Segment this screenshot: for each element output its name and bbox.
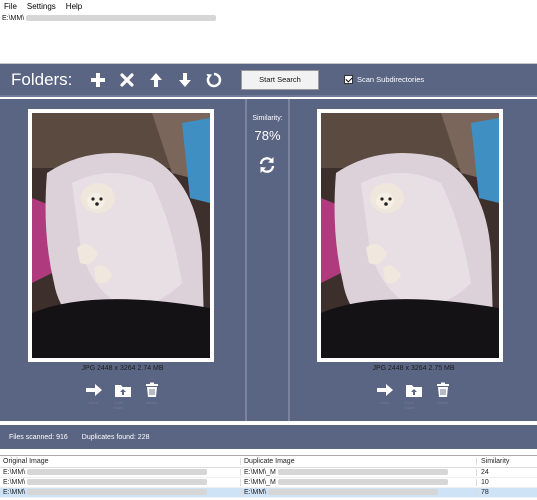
folders-label: Folders: [11, 69, 73, 89]
toolbar: Folders: Start Search Scan Subdirectorie… [0, 64, 537, 97]
original-path: E:\MM\ [3, 469, 26, 476]
menu-help[interactable]: Help [66, 2, 82, 11]
move-label: move [379, 400, 390, 405]
move-down-icon[interactable] [177, 72, 193, 88]
redacted-path [27, 479, 208, 486]
results-table: Original Image Duplicate Image Similarit… [0, 455, 537, 500]
duplicate-image-actions: move Open folder delete [290, 382, 537, 410]
duplicate-image-preview[interactable] [321, 113, 499, 358]
duplicates-found-text: Duplicates found: 228 [81, 433, 150, 441]
open-folder-duplicate-button[interactable]: Open folder [405, 382, 423, 410]
add-folder-icon[interactable] [90, 72, 106, 88]
folder-open-icon [405, 385, 422, 397]
scan-subdirectories-option[interactable]: Scan Subdirectories [344, 75, 424, 84]
table-row[interactable]: E:\MM\ E:\MM\_M 10 [0, 478, 537, 488]
open-folder-label: Open folder [113, 400, 124, 410]
swap-refresh-icon[interactable] [258, 156, 276, 174]
results-header: Original Image Duplicate Image Similarit… [0, 456, 537, 468]
folder-path-list[interactable]: E:\MM\ [0, 12, 537, 64]
redacted-path [26, 15, 217, 22]
duplicate-image-info: JPG 2448 x 3264 2.75 MB [372, 365, 455, 372]
scan-subdirectories-label: Scan Subdirectories [357, 75, 425, 84]
files-scanned-text: Files scanned: 916 [9, 433, 68, 441]
move-label: move [88, 400, 99, 405]
original-image-preview[interactable] [32, 113, 210, 358]
column-duplicate-image[interactable]: Duplicate Image [241, 458, 477, 465]
similarity-panel: Similarity: 78% [245, 99, 290, 421]
redacted-path [27, 489, 208, 496]
column-original-image[interactable]: Original Image [0, 458, 241, 465]
table-row[interactable]: E:\MM\ E:\MM\ 78 [0, 488, 537, 498]
open-folder-label: Open folder [404, 400, 415, 410]
original-image-actions: move Open folder delete [0, 382, 245, 410]
original-path: E:\MM\ [3, 489, 26, 496]
original-image-frame [28, 109, 214, 362]
original-path: E:\MM\ [3, 479, 26, 486]
redacted-path [268, 489, 439, 496]
menu-bar: File Settings Help [0, 0, 537, 12]
reset-icon[interactable] [206, 72, 222, 88]
duplicate-path: E:\MM\_M [244, 479, 276, 486]
similarity-value: 78% [254, 128, 281, 143]
delete-label: delete [437, 400, 448, 405]
trash-icon [436, 382, 449, 397]
similarity-cell: 78 [481, 489, 489, 496]
folder-open-icon [114, 385, 131, 397]
redacted-path [277, 469, 448, 476]
folder-path-entry[interactable]: E:\MM\ [2, 15, 24, 22]
redacted-path [27, 469, 208, 476]
delete-original-button[interactable]: delete [143, 382, 161, 410]
column-similarity[interactable]: Similarity [477, 458, 537, 465]
open-folder-original-button[interactable]: Open folder [114, 382, 132, 410]
delete-duplicate-button[interactable]: delete [434, 382, 452, 410]
delete-label: delete [146, 400, 157, 405]
trash-icon [145, 382, 158, 397]
comparison-area: JPG 2448 x 3264 2.74 MB move Open folder… [0, 99, 537, 421]
similarity-cell: 10 [481, 479, 489, 486]
arrow-right-icon [85, 384, 102, 396]
arrow-right-icon [376, 384, 393, 396]
menu-file[interactable]: File [4, 2, 17, 11]
duplicate-image-frame [317, 109, 503, 362]
status-bar: Files scanned: 916 Duplicates found: 228 [0, 425, 537, 449]
scan-subdirectories-checkbox[interactable] [344, 75, 353, 84]
similarity-cell: 24 [481, 469, 489, 476]
menu-settings[interactable]: Settings [27, 2, 56, 11]
original-image-info: JPG 2448 x 3264 2.74 MB [81, 365, 164, 372]
duplicate-path: E:\MM\_M [244, 469, 276, 476]
duplicate-path: E:\MM\ [244, 489, 267, 496]
table-row[interactable]: E:\MM\ E:\MM\_M 24 [0, 468, 537, 478]
duplicate-image-panel: JPG 2448 x 3264 2.75 MB move Open folder… [290, 99, 537, 421]
redacted-path [277, 479, 448, 486]
similarity-label: Similarity: [252, 115, 283, 122]
move-original-button[interactable]: move [85, 382, 103, 410]
move-duplicate-button[interactable]: move [376, 382, 394, 410]
remove-folder-icon[interactable] [119, 72, 135, 88]
start-search-button[interactable]: Start Search [241, 69, 319, 90]
move-up-icon[interactable] [148, 72, 164, 88]
original-image-panel: JPG 2448 x 3264 2.74 MB move Open folder… [0, 99, 245, 421]
